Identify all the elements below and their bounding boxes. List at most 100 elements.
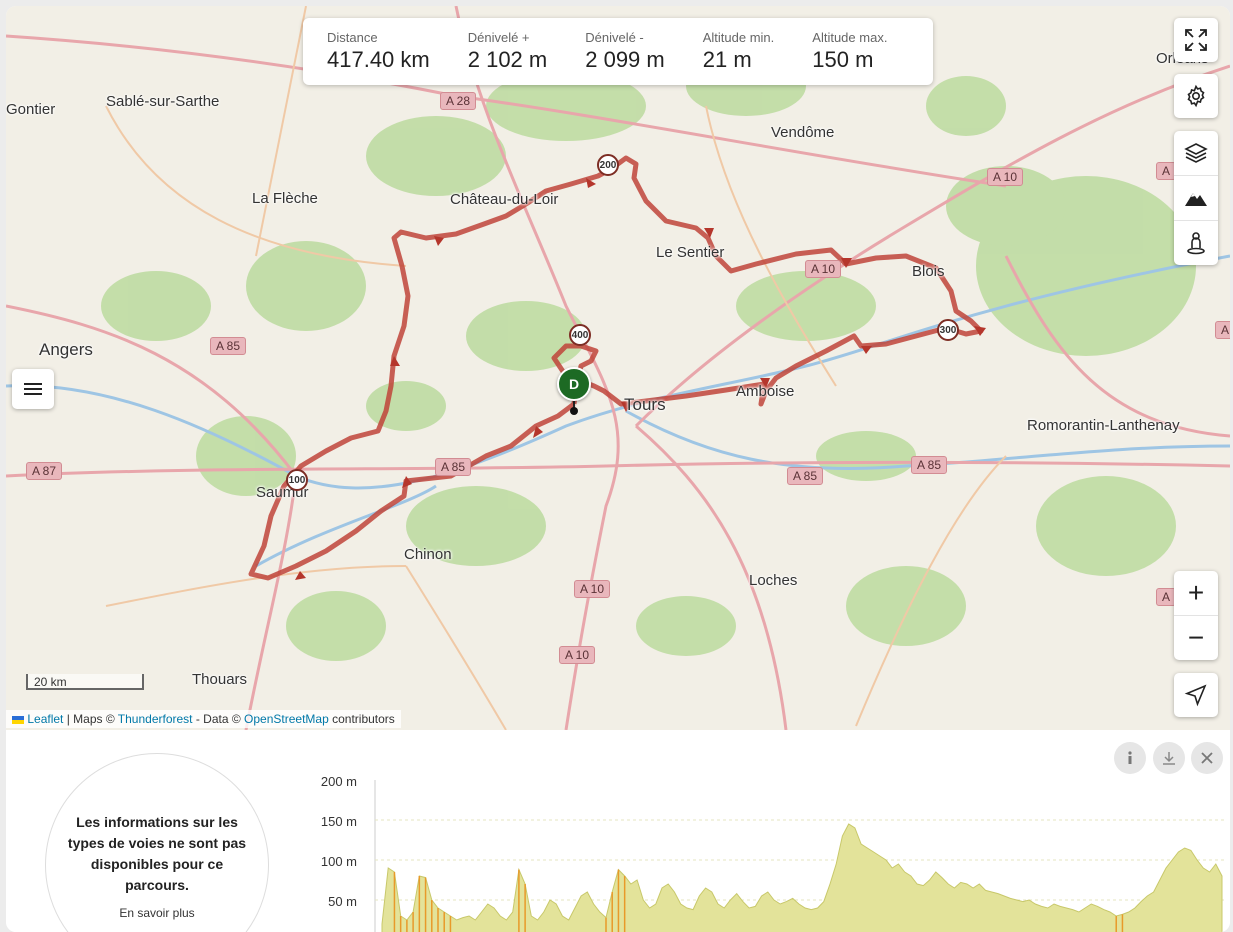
close-button[interactable] [1191, 742, 1223, 774]
start-point [570, 407, 578, 415]
elevation-chart[interactable] [374, 772, 1224, 932]
attribution-text: - Data © [192, 712, 245, 726]
stat-value: 417.40 km [327, 47, 430, 72]
map-view[interactable]: Gontier Sablé-sur-Sarthe Vendôme Orléans… [6, 6, 1230, 730]
layers-button[interactable] [1174, 131, 1218, 175]
road-label: A 85 [210, 337, 247, 355]
road-label: A 10 [805, 260, 842, 278]
learn-more-link[interactable]: En savoir plus [46, 906, 268, 920]
road-type-message: Les informations sur les types de voies … [67, 814, 247, 893]
leaflet-link[interactable]: Leaflet [27, 712, 63, 726]
locate-control [1174, 673, 1218, 717]
settings-button[interactable] [1174, 74, 1218, 118]
settings-control [1174, 74, 1218, 118]
fullscreen-control [1174, 18, 1218, 62]
stat-label: Altitude max. [812, 30, 888, 45]
road-type-info: Les informations sur les types de voies … [45, 753, 269, 932]
road-label: A 10 [987, 168, 1024, 186]
place-romorantin: Romorantin-Lanthenay [1027, 417, 1180, 434]
place-la-fleche: La Flèche [252, 190, 318, 207]
navigation-arrow-icon [1184, 684, 1207, 707]
map-attribution: Leaflet | Maps © Thunderforest - Data © … [6, 710, 401, 728]
road-label: A 85 [787, 467, 824, 485]
road-label: A 10 [574, 580, 611, 598]
attribution-text: | Maps © [63, 712, 118, 726]
thunderforest-link[interactable]: Thunderforest [118, 712, 193, 726]
mountain-icon [1185, 193, 1207, 206]
km-marker-100[interactable]: 100 [286, 469, 308, 491]
stat-value: 150 m [812, 47, 874, 72]
stat-altitude-max: Altitude max. 150 m [812, 30, 887, 85]
stat-elevation-loss: Dénivelé - 2 099 m [585, 30, 665, 85]
close-icon [1201, 752, 1213, 764]
elevation-panel: Les informations sur les types de voies … [6, 730, 1230, 932]
menu-button[interactable] [12, 369, 54, 409]
place-loches: Loches [749, 572, 798, 589]
stat-distance: Distance 417.40 km [327, 30, 430, 85]
road-label: A 85 [435, 458, 472, 476]
person-icon [1187, 232, 1205, 255]
road-label: A [1215, 321, 1230, 339]
hamburger-icon [24, 393, 42, 395]
km-marker-400[interactable]: 400 [569, 324, 591, 346]
road-label: A 85 [911, 456, 948, 474]
zoom-out-button[interactable]: − [1174, 615, 1218, 660]
fullscreen-icon [1185, 29, 1207, 51]
map-tiles [6, 6, 1230, 730]
zoom-in-button[interactable]: + [1174, 571, 1218, 615]
app-frame: Gontier Sablé-sur-Sarthe Vendôme Orléans… [6, 6, 1230, 932]
osm-link[interactable]: OpenStreetMap [244, 712, 329, 726]
pegman-button[interactable] [1174, 220, 1218, 265]
place-tours: Tours [624, 395, 666, 414]
elevation-area [381, 823, 1223, 932]
hamburger-icon [24, 383, 42, 385]
download-button[interactable] [1153, 742, 1185, 774]
stat-label: Dénivelé - [585, 30, 644, 45]
relief-button[interactable] [1174, 175, 1218, 220]
attribution-text: contributors [328, 712, 395, 726]
zoom-control: + − [1174, 571, 1218, 660]
place-chateau-du-loir: Château-du-Loir [450, 191, 559, 208]
gear-icon [1187, 84, 1205, 108]
place-vendome: Vendôme [771, 124, 835, 141]
layers-control-group [1174, 131, 1218, 265]
hamburger-icon [24, 388, 42, 390]
locate-button[interactable] [1174, 673, 1218, 717]
y-axis-label: 50 m [328, 894, 357, 909]
place-sable: Sablé-sur-Sarthe [106, 93, 220, 110]
km-marker-300[interactable]: 300 [937, 319, 959, 341]
place-amboise: Amboise [736, 383, 795, 400]
info-button[interactable] [1114, 742, 1146, 774]
scale-bar: 20 km [26, 674, 144, 690]
stat-value: 2 099 m [585, 47, 665, 72]
y-axis-label: 200 m [320, 774, 357, 789]
y-axis-label: 150 m [320, 814, 357, 829]
stat-label: Altitude min. [702, 30, 775, 45]
km-marker-200[interactable]: 200 [597, 154, 619, 176]
stat-altitude-min: Altitude min. 21 m [703, 30, 775, 85]
place-chinon: Chinon [404, 546, 452, 563]
layers-icon [1184, 143, 1208, 163]
download-icon [1163, 752, 1175, 765]
road-label: A [1156, 162, 1177, 180]
stat-value: 21 m [702, 47, 752, 72]
stat-value: 2 102 m [467, 47, 548, 72]
place-angers: Angers [39, 340, 93, 359]
place-le-sentier: Le Sentier [656, 244, 725, 261]
place-gontier: Gontier [6, 101, 56, 118]
info-icon [1128, 751, 1132, 764]
road-label: A 87 [26, 462, 63, 480]
fullscreen-button[interactable] [1174, 18, 1218, 62]
y-axis-label: 100 m [320, 854, 357, 869]
place-blois: Blois [912, 263, 945, 280]
road-label: A 10 [559, 646, 596, 664]
ukraine-flag-icon [12, 715, 24, 724]
road-label: A [1156, 588, 1177, 606]
stat-label: Distance [327, 30, 378, 45]
start-marker[interactable]: D [557, 367, 591, 401]
stat-elevation-gain: Dénivelé + 2 102 m [468, 30, 548, 85]
road-label: A 28 [440, 92, 477, 110]
stat-label: Dénivelé + [467, 30, 530, 45]
place-thouars: Thouars [192, 671, 248, 688]
stats-panel: Distance 417.40 km Dénivelé + 2 102 m Dé… [303, 18, 933, 85]
